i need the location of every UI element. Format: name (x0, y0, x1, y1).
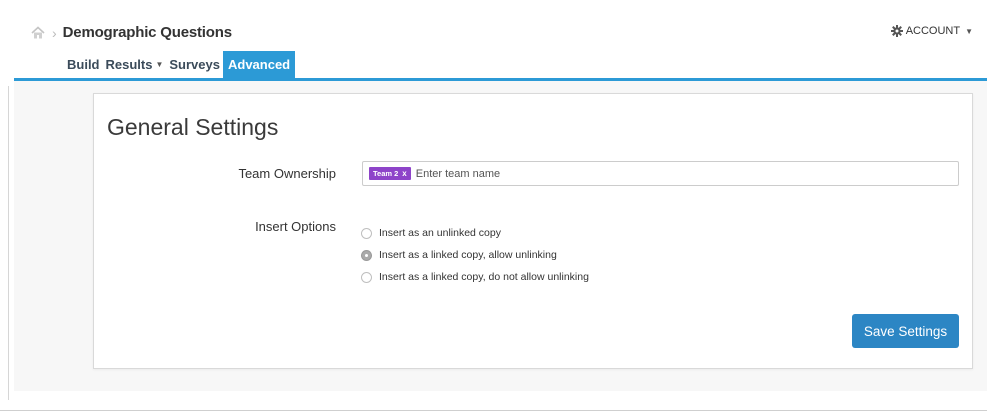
insert-options-label: Insert Options (255, 219, 336, 234)
page-title: Demographic Questions (62, 24, 232, 41)
radio-button-selected[interactable] (361, 249, 372, 261)
tab-results[interactable]: Results ▼ (103, 51, 167, 78)
option-label: Insert as a linked copy, do not allow un… (379, 271, 589, 283)
team-name-input[interactable] (415, 167, 816, 180)
home-icon[interactable] (30, 25, 46, 41)
top-bar: › Demographic Questions ACCOUNT ▼ Build … (0, 0, 987, 86)
option-label: Insert as a linked copy, allow unlinking (379, 249, 557, 261)
remove-tag-icon[interactable]: x (402, 167, 406, 180)
caret-down-icon: ▼ (155, 60, 164, 69)
radio-button[interactable] (361, 227, 372, 239)
option-label: Insert as an unlinked copy (379, 227, 501, 239)
team-tag-label: Team 2 (373, 169, 399, 178)
tab-advanced[interactable]: Advanced (222, 51, 296, 78)
tab-label: Surveys (169, 57, 220, 72)
team-ownership-label: Team Ownership (238, 166, 336, 181)
option-unlinked-copy[interactable]: Insert as an unlinked copy (361, 222, 589, 244)
section-title: General Settings (107, 114, 279, 140)
nav-tabs: Build Results ▼ Surveys Advanced (64, 51, 296, 78)
tab-build[interactable]: Build (64, 51, 103, 78)
breadcrumb: › Demographic Questions (30, 24, 232, 41)
account-menu[interactable]: ACCOUNT ▼ (890, 25, 973, 37)
tab-label: Results (105, 57, 153, 72)
tab-label: Advanced (227, 57, 291, 72)
tab-surveys[interactable]: Surveys (166, 51, 223, 78)
caret-down-icon: ▼ (965, 26, 973, 36)
save-settings-button[interactable]: Save Settings (852, 314, 959, 348)
option-linked-allow-unlinking[interactable]: Insert as a linked copy, allow unlinking (361, 244, 589, 266)
account-label: ACCOUNT (905, 25, 961, 37)
breadcrumb-separator-icon: › (52, 24, 57, 41)
option-linked-no-unlinking[interactable]: Insert as a linked copy, do not allow un… (361, 266, 589, 288)
insert-options-group: Insert as an unlinked copy Insert as a l… (361, 222, 589, 288)
general-settings-card: General Settings Team Ownership Team 2 x… (93, 93, 973, 369)
team-tag: Team 2 x (369, 167, 411, 180)
bottom-divider (0, 410, 987, 411)
radio-button[interactable] (361, 271, 372, 283)
gear-icon (890, 25, 903, 37)
team-ownership-field[interactable]: Team 2 x (362, 161, 959, 186)
tab-label: Build (67, 57, 100, 72)
